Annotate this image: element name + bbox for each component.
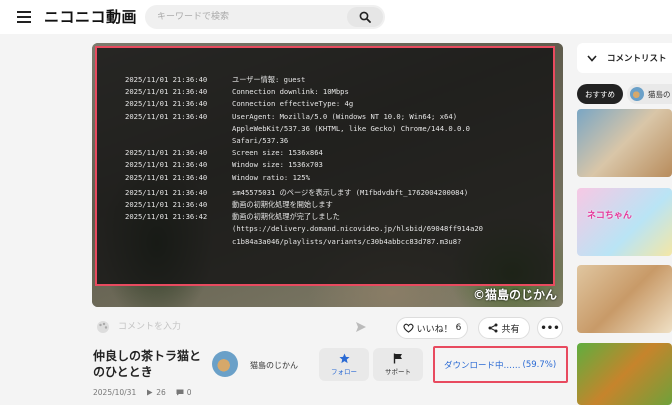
owner-avatar[interactable]	[212, 351, 238, 377]
owner-name[interactable]: 猫島のじかん	[250, 360, 298, 371]
search-box	[145, 5, 385, 29]
log-message: 動画の初期化処理を開始します	[232, 200, 333, 210]
play-icon	[147, 389, 153, 396]
share-button[interactable]: 共有	[478, 317, 530, 339]
log-row: 2025/11/01 21:36:40 ユーザー情報: guest	[125, 74, 532, 86]
menu-icon[interactable]	[17, 11, 31, 23]
comment-count-value: 0	[186, 388, 192, 397]
download-status[interactable]: ダウンロード中…… (59.7%)	[433, 346, 568, 383]
log-row: 2025/11/01 21:36:40 Window size: 1536x703	[125, 159, 532, 171]
palette-icon[interactable]	[96, 320, 110, 334]
site-logo[interactable]: ニコニコ動画	[44, 6, 137, 27]
log-row: 2025/11/01 21:36:40 Connection downlink: …	[125, 86, 532, 98]
video-title: 仲良しの茶トラ猫とのひととき	[93, 349, 202, 379]
view-count: 26	[146, 388, 166, 397]
log-row: 2025/11/01 21:36:40 動画の初期化処理を開始します	[125, 199, 532, 211]
log-row: 2025/11/01 21:36:40 UserAgent: Mozilla/5.…	[125, 111, 532, 148]
support-button[interactable]: サポート	[373, 348, 423, 381]
send-icon[interactable]	[354, 320, 368, 334]
related-video-thumbnail[interactable]	[577, 343, 672, 405]
like-count: 6	[455, 323, 462, 333]
log-timestamp: 2025/11/01 21:36:40	[125, 99, 208, 109]
video-player[interactable]: 2025/11/01 21:36:40 ユーザー情報: guest 2025/11/…	[92, 43, 563, 307]
log-message: 動画の初期化処理が完了しました (https://delivery.domand…	[232, 212, 483, 246]
related-video-thumbnail[interactable]: ネコちゃん	[577, 188, 672, 256]
heart-icon	[403, 323, 414, 333]
comment-icon	[176, 389, 184, 396]
flag-icon	[393, 353, 402, 364]
log-message: Connection downlink: 10Mbps	[232, 87, 349, 97]
header: ニコニコ動画	[0, 0, 672, 34]
post-date: 2025/10/31	[93, 388, 137, 397]
related-video-thumbnail[interactable]	[577, 109, 672, 177]
chip-owner[interactable]: 猫島のじ	[627, 84, 672, 104]
log-message: Window ratio: 125%	[232, 172, 310, 182]
log-row: 2025/11/01 21:36:40 Window ratio: 125%	[125, 172, 532, 184]
chevron-down-icon[interactable]	[587, 54, 597, 62]
log-message: UserAgent: Mozilla/5.0 (Windows NT 10.0;…	[232, 111, 470, 146]
comment-count: 0	[176, 388, 192, 397]
search-input[interactable]	[157, 9, 347, 25]
download-progress: (59.7%)	[522, 359, 557, 370]
more-button[interactable]: •••	[537, 317, 563, 339]
chip-recommended[interactable]: おすすめ	[577, 84, 623, 104]
log-timestamp: 2025/11/01 21:36:42	[125, 212, 208, 222]
log-timestamp: 2025/11/01 21:36:40	[125, 200, 208, 210]
log-message: Window size: 1536x703	[232, 160, 323, 170]
chip-owner-label: 猫島のじ	[648, 89, 672, 99]
log-message: Screen size: 1536x864	[232, 148, 323, 158]
support-label: サポート	[385, 368, 411, 376]
log-timestamp: 2025/11/01 21:36:40	[125, 75, 208, 84]
log-timestamp: 2025/11/01 21:36:40	[125, 172, 208, 182]
log-message: ユーザー情報: guest	[232, 75, 306, 84]
log-row: 2025/11/01 21:36:40 Connection effectiveT…	[125, 98, 532, 110]
debug-log: 2025/11/01 21:36:40 ユーザー情報: guest 2025/11/…	[125, 74, 532, 248]
log-message: sm45575031 のページを表示します (M1fbdvdbft_176200…	[232, 187, 469, 197]
comment-list-header[interactable]: コメントリスト	[577, 43, 672, 73]
view-count-value: 26	[156, 388, 166, 397]
log-row: 2025/11/01 21:36:42 動画の初期化処理が完了しました (http…	[125, 211, 532, 248]
owner-chip-avatar	[630, 87, 644, 101]
follow-label: フォロー	[331, 368, 357, 376]
related-video-thumbnail[interactable]	[577, 265, 672, 333]
like-label: いいね！	[416, 324, 453, 335]
video-watermark: ©猫島のじかん	[472, 288, 557, 302]
log-timestamp: 2025/11/01 21:36:40	[125, 160, 208, 170]
thumbnail-text: ネコちゃん	[587, 211, 632, 221]
share-label: 共有	[501, 324, 520, 335]
star-icon	[338, 353, 350, 364]
log-timestamp: 2025/11/01 21:36:40	[125, 148, 208, 158]
comment-list-title: コメントリスト	[607, 54, 667, 64]
share-icon	[488, 323, 498, 333]
search-button[interactable]	[347, 7, 383, 27]
sidebar-chips: おすすめ 猫島のじ	[577, 84, 672, 106]
search-icon	[359, 11, 371, 23]
comment-bar	[92, 316, 382, 338]
debug-log-overlay: 2025/11/01 21:36:40 ユーザー情報: guest 2025/11/…	[95, 46, 555, 286]
like-button[interactable]: いいね！ 6	[396, 317, 468, 339]
log-timestamp: 2025/11/01 21:36:40	[125, 87, 208, 97]
log-row: 2025/11/01 21:36:40 sm45575031 のページを表示します…	[125, 187, 532, 199]
follow-button[interactable]: フォロー	[319, 348, 369, 381]
download-label: ダウンロード中……	[444, 360, 521, 371]
video-meta: 2025/10/31 26 0	[93, 388, 192, 397]
log-message: Connection effectiveType: 4g	[232, 99, 354, 109]
comment-input[interactable]	[118, 319, 338, 335]
sidebar: コメントリスト おすすめ 猫島のじ ネコちゃん	[577, 43, 672, 405]
log-timestamp: 2025/11/01 21:36:40	[125, 111, 208, 121]
log-row: 2025/11/01 21:36:40 Screen size: 1536x864	[125, 147, 532, 159]
log-timestamp: 2025/11/01 21:36:40	[125, 187, 208, 197]
